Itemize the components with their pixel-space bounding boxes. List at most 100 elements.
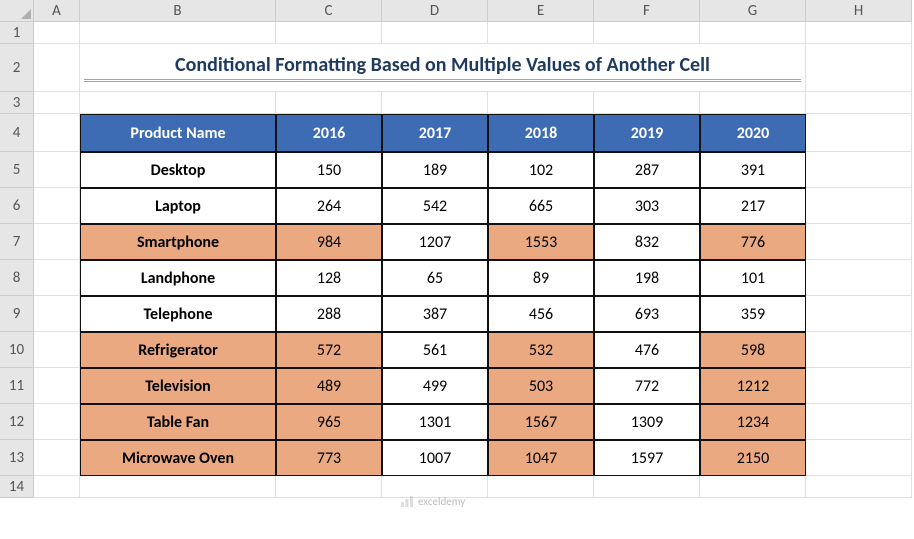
cell[interactable] (806, 92, 912, 114)
cell[interactable] (80, 92, 276, 114)
select-all-corner[interactable] (0, 0, 34, 22)
col-header-H[interactable]: H (806, 0, 912, 22)
value-cell[interactable]: 561 (382, 332, 488, 368)
value-cell[interactable]: 1553 (488, 224, 594, 260)
cell[interactable] (806, 224, 912, 260)
value-cell[interactable]: 1047 (488, 440, 594, 476)
value-cell[interactable]: 1597 (594, 440, 700, 476)
cell[interactable] (34, 188, 80, 224)
row-header-12[interactable]: 12 (0, 404, 34, 440)
cell[interactable] (594, 92, 700, 114)
cell[interactable] (806, 152, 912, 188)
cell[interactable] (488, 22, 594, 44)
row-header-3[interactable]: 3 (0, 92, 34, 114)
product-name-cell[interactable]: Table Fan (80, 404, 276, 440)
cell[interactable] (488, 92, 594, 114)
row-header-5[interactable]: 5 (0, 152, 34, 188)
cell[interactable] (80, 476, 276, 498)
col-header-G[interactable]: G (700, 0, 806, 22)
value-cell[interactable]: 102 (488, 152, 594, 188)
value-cell[interactable]: 65 (382, 260, 488, 296)
value-cell[interactable]: 2150 (700, 440, 806, 476)
cell[interactable] (34, 44, 80, 92)
th-2018[interactable]: 2018 (488, 114, 594, 152)
value-cell[interactable]: 489 (276, 368, 382, 404)
row-header-13[interactable]: 13 (0, 440, 34, 476)
cell[interactable] (806, 332, 912, 368)
value-cell[interactable]: 359 (700, 296, 806, 332)
cell[interactable] (34, 152, 80, 188)
row-header-7[interactable]: 7 (0, 224, 34, 260)
value-cell[interactable]: 1207 (382, 224, 488, 260)
cell[interactable] (806, 440, 912, 476)
th-2017[interactable]: 2017 (382, 114, 488, 152)
cell[interactable] (34, 92, 80, 114)
cell[interactable] (34, 476, 80, 498)
row-header-4[interactable]: 4 (0, 114, 34, 152)
cell[interactable] (382, 92, 488, 114)
cell[interactable] (806, 476, 912, 498)
value-cell[interactable]: 476 (594, 332, 700, 368)
cell[interactable] (806, 296, 912, 332)
value-cell[interactable]: 776 (700, 224, 806, 260)
row-header-14[interactable]: 14 (0, 476, 34, 498)
cell[interactable] (34, 332, 80, 368)
cell[interactable] (80, 22, 276, 44)
value-cell[interactable]: 665 (488, 188, 594, 224)
cell[interactable] (594, 22, 700, 44)
col-header-C[interactable]: C (276, 0, 382, 22)
value-cell[interactable]: 542 (382, 188, 488, 224)
value-cell[interactable]: 391 (700, 152, 806, 188)
value-cell[interactable]: 532 (488, 332, 594, 368)
cell[interactable] (34, 368, 80, 404)
value-cell[interactable]: 456 (488, 296, 594, 332)
value-cell[interactable]: 984 (276, 224, 382, 260)
col-header-D[interactable]: D (382, 0, 488, 22)
th-product[interactable]: Product Name (80, 114, 276, 152)
cell[interactable] (34, 440, 80, 476)
value-cell[interactable]: 598 (700, 332, 806, 368)
col-header-A[interactable]: A (34, 0, 80, 22)
product-name-cell[interactable]: Telephone (80, 296, 276, 332)
value-cell[interactable]: 1567 (488, 404, 594, 440)
value-cell[interactable]: 499 (382, 368, 488, 404)
value-cell[interactable]: 89 (488, 260, 594, 296)
cell[interactable] (276, 22, 382, 44)
value-cell[interactable]: 264 (276, 188, 382, 224)
cell[interactable] (276, 476, 382, 498)
value-cell[interactable]: 150 (276, 152, 382, 188)
cell[interactable] (34, 224, 80, 260)
product-name-cell[interactable]: Refrigerator (80, 332, 276, 368)
cell[interactable] (700, 92, 806, 114)
cell[interactable] (34, 296, 80, 332)
cell[interactable] (700, 476, 806, 498)
value-cell[interactable]: 572 (276, 332, 382, 368)
row-header-11[interactable]: 11 (0, 368, 34, 404)
value-cell[interactable]: 303 (594, 188, 700, 224)
row-header-1[interactable]: 1 (0, 22, 34, 44)
cell[interactable] (34, 260, 80, 296)
value-cell[interactable]: 1007 (382, 440, 488, 476)
value-cell[interactable]: 189 (382, 152, 488, 188)
product-name-cell[interactable]: Laptop (80, 188, 276, 224)
product-name-cell[interactable]: Desktop (80, 152, 276, 188)
value-cell[interactable]: 772 (594, 368, 700, 404)
value-cell[interactable]: 1301 (382, 404, 488, 440)
product-name-cell[interactable]: Smartphone (80, 224, 276, 260)
value-cell[interactable]: 198 (594, 260, 700, 296)
cell[interactable] (806, 114, 912, 152)
value-cell[interactable]: 1309 (594, 404, 700, 440)
value-cell[interactable]: 832 (594, 224, 700, 260)
th-2019[interactable]: 2019 (594, 114, 700, 152)
cell[interactable] (806, 22, 912, 44)
cell[interactable] (700, 22, 806, 44)
value-cell[interactable]: 965 (276, 404, 382, 440)
row-header-8[interactable]: 8 (0, 260, 34, 296)
row-header-10[interactable]: 10 (0, 332, 34, 368)
cell[interactable] (806, 368, 912, 404)
product-name-cell[interactable]: Microwave Oven (80, 440, 276, 476)
value-cell[interactable]: 217 (700, 188, 806, 224)
value-cell[interactable]: 1212 (700, 368, 806, 404)
cell[interactable] (276, 92, 382, 114)
th-2020[interactable]: 2020 (700, 114, 806, 152)
